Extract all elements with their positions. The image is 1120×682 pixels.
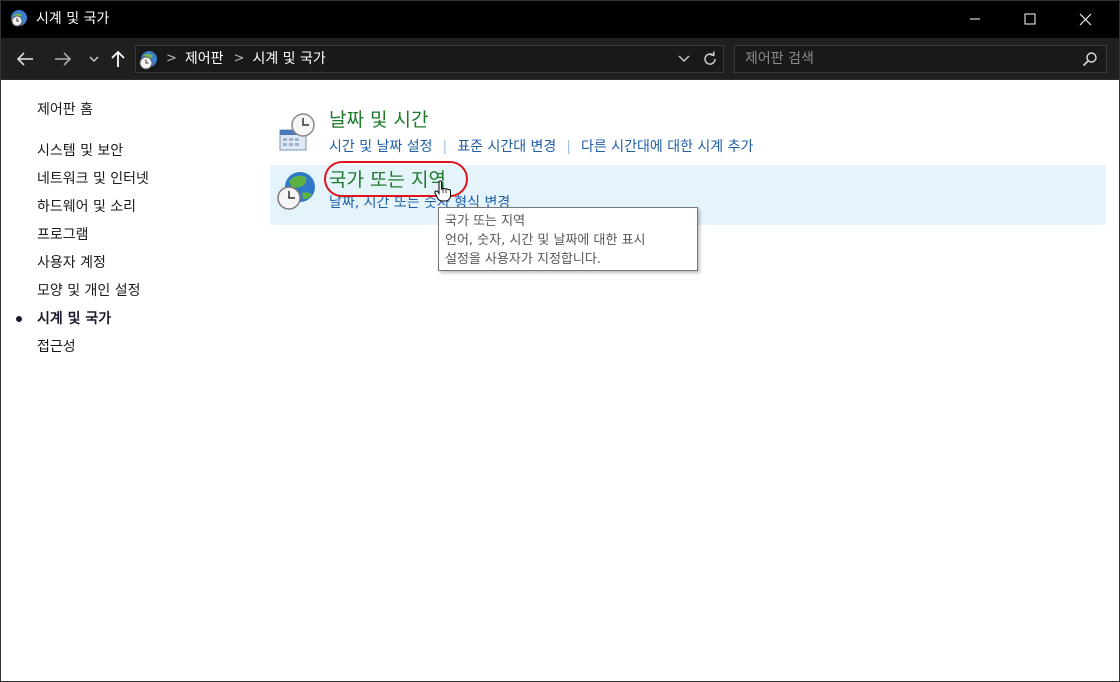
breadcrumb-item-control-panel[interactable]: 제어판 — [185, 50, 224, 68]
category-title-region[interactable]: 국가 또는 지역 — [329, 168, 446, 192]
forward-button[interactable] — [50, 47, 76, 71]
sidebar-item-user-accounts[interactable]: 사용자 계정 — [37, 254, 106, 272]
arrow-up-icon — [111, 50, 125, 67]
arrow-right-icon — [55, 52, 72, 66]
search-icon[interactable] — [1082, 51, 1098, 67]
link-add-clocks[interactable]: 다른 시간대에 대한 시계 추가 — [581, 138, 753, 156]
window-title: 시계 및 국가 — [36, 11, 110, 27]
link-separator: | — [442, 139, 448, 155]
category-title-date-time[interactable]: 날짜 및 시간 — [329, 108, 428, 132]
category-date-time: 날짜 및 시간 시간 및 날짜 설정 | 표준 시간대 변경 | 다른 시간대에… — [270, 104, 1106, 164]
sidebar-item-control-panel-home[interactable]: 제어판 홈 — [37, 101, 93, 119]
link-set-time-date[interactable]: 시간 및 날짜 설정 — [329, 138, 433, 156]
recent-locations-button[interactable] — [86, 47, 102, 71]
globe-clock-icon — [277, 172, 315, 210]
active-bullet — [16, 316, 22, 322]
chevron-down-icon — [89, 56, 99, 62]
close-button[interactable] — [1058, 0, 1112, 38]
back-button[interactable] — [12, 47, 38, 71]
chevron-down-icon[interactable] — [677, 52, 691, 66]
navigation-bar: > 제어판 > 시계 및 국가 — [0, 38, 1120, 80]
tooltip-line-1: 언어, 숫자, 시간 및 날짜에 대한 표시 — [445, 233, 646, 248]
maximize-button[interactable] — [1003, 0, 1057, 38]
sidebar-item-clock-region[interactable]: 시계 및 국가 — [37, 310, 111, 328]
sidebar-item-programs[interactable]: 프로그램 — [37, 226, 89, 244]
tooltip-title: 국가 또는 지역 — [445, 214, 526, 229]
title-bar: 시계 및 국가 — [0, 0, 1120, 38]
breadcrumb-separator: > — [166, 51, 177, 66]
category-links-date-time: 시간 및 날짜 설정 | 표준 시간대 변경 | 다른 시간대에 대한 시계 추… — [329, 138, 753, 156]
up-button[interactable] — [108, 47, 128, 71]
sidebar-item-accessibility[interactable]: 접근성 — [37, 338, 76, 356]
search-input[interactable] — [735, 46, 1065, 72]
sidebar-item-appearance[interactable]: 모양 및 개인 설정 — [37, 282, 141, 300]
clock-calendar-icon — [279, 113, 315, 151]
tooltip: 국가 또는 지역 언어, 숫자, 시간 및 날짜에 대한 표시 설정을 사용자가… — [438, 207, 698, 271]
minimize-button[interactable] — [948, 0, 1002, 38]
sidebar-item-hardware-sound[interactable]: 하드웨어 및 소리 — [37, 198, 136, 216]
minimize-icon — [970, 18, 980, 20]
link-separator: | — [566, 139, 572, 155]
control-panel-icon — [139, 51, 157, 70]
tooltip-line-2: 설정을 사용자가 지정합니다. — [445, 252, 601, 267]
arrow-left-icon — [16, 52, 33, 66]
sidebar-item-network-internet[interactable]: 네트워크 및 인터넷 — [37, 170, 149, 188]
breadcrumb: > 제어판 > 시계 및 국가 — [166, 50, 336, 68]
address-bar[interactable]: > 제어판 > 시계 및 국가 — [135, 45, 724, 73]
breadcrumb-separator: > — [233, 51, 245, 66]
sidebar: 제어판 홈 시스템 및 보안 네트워크 및 인터넷 하드웨어 및 소리 프로그램… — [0, 80, 260, 680]
breadcrumb-item-clock-region[interactable]: 시계 및 국가 — [252, 50, 325, 68]
search-box[interactable] — [734, 45, 1107, 73]
refresh-icon[interactable] — [701, 50, 719, 68]
maximize-icon — [1024, 13, 1036, 25]
hand-cursor-icon — [434, 180, 451, 202]
close-icon — [1079, 13, 1091, 25]
link-change-time-zone[interactable]: 표준 시간대 변경 — [457, 138, 556, 156]
sidebar-item-system-security[interactable]: 시스템 및 보안 — [37, 142, 123, 160]
control-panel-icon — [11, 10, 27, 27]
